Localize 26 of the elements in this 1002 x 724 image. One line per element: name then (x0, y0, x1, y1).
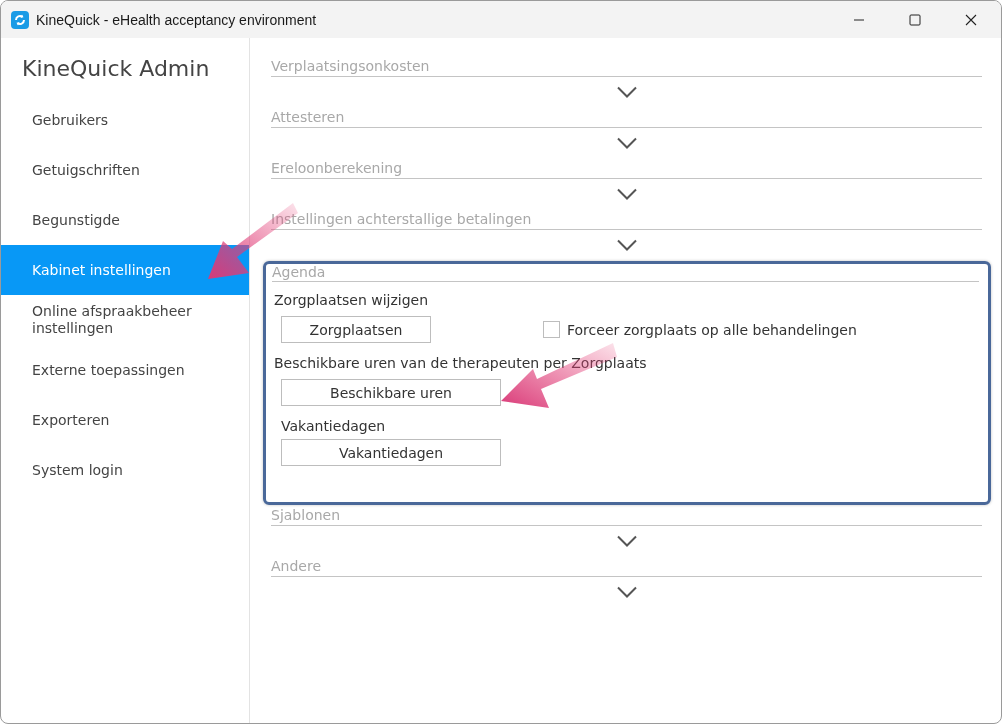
group-label: Beschikbare uren van de therapeuten per Zorgplaats (273, 355, 648, 371)
chevron-down-icon[interactable] (616, 86, 637, 98)
chevron-down-icon[interactable] (616, 188, 637, 200)
action-button[interactable]: Vakantiedagen (281, 439, 501, 466)
window-title: KineQuick - eHealth acceptancy environment (36, 11, 318, 28)
sidebar-item[interactable]: System login (1, 445, 249, 495)
close-icon[interactable] (965, 13, 977, 26)
checkbox[interactable] (543, 321, 560, 338)
sidebar-item[interactable]: Getuigschriften (1, 145, 249, 195)
group-label: Zorgplaatsen wijzigen (273, 292, 430, 308)
chevron-down-icon[interactable] (616, 535, 637, 547)
sidebar-item[interactable]: Gebruikers (1, 95, 249, 145)
sidebar-item[interactable]: Online afspraakbeheer instellingen (1, 295, 249, 345)
app-title: KineQuick Admin (21, 56, 211, 83)
chevron-down-icon[interactable] (616, 137, 637, 149)
action-button[interactable]: Zorgplaatsen (281, 316, 431, 343)
app-logo-icon (11, 10, 29, 29)
sidebar-item[interactable]: Externe toepassingen (1, 345, 249, 395)
chevron-down-icon[interactable] (616, 239, 637, 251)
group-label: Vakantiedagen (280, 418, 387, 434)
chevron-down-icon[interactable] (616, 586, 637, 598)
action-button[interactable]: Beschikbare uren (281, 379, 501, 406)
maximize-icon[interactable] (909, 13, 921, 26)
sidebar-item[interactable]: Begunstigde (1, 195, 249, 245)
sidebar-item[interactable]: Exporteren (1, 395, 249, 445)
checkbox-label: Forceer zorgplaats op alle behandelingen (567, 321, 857, 338)
